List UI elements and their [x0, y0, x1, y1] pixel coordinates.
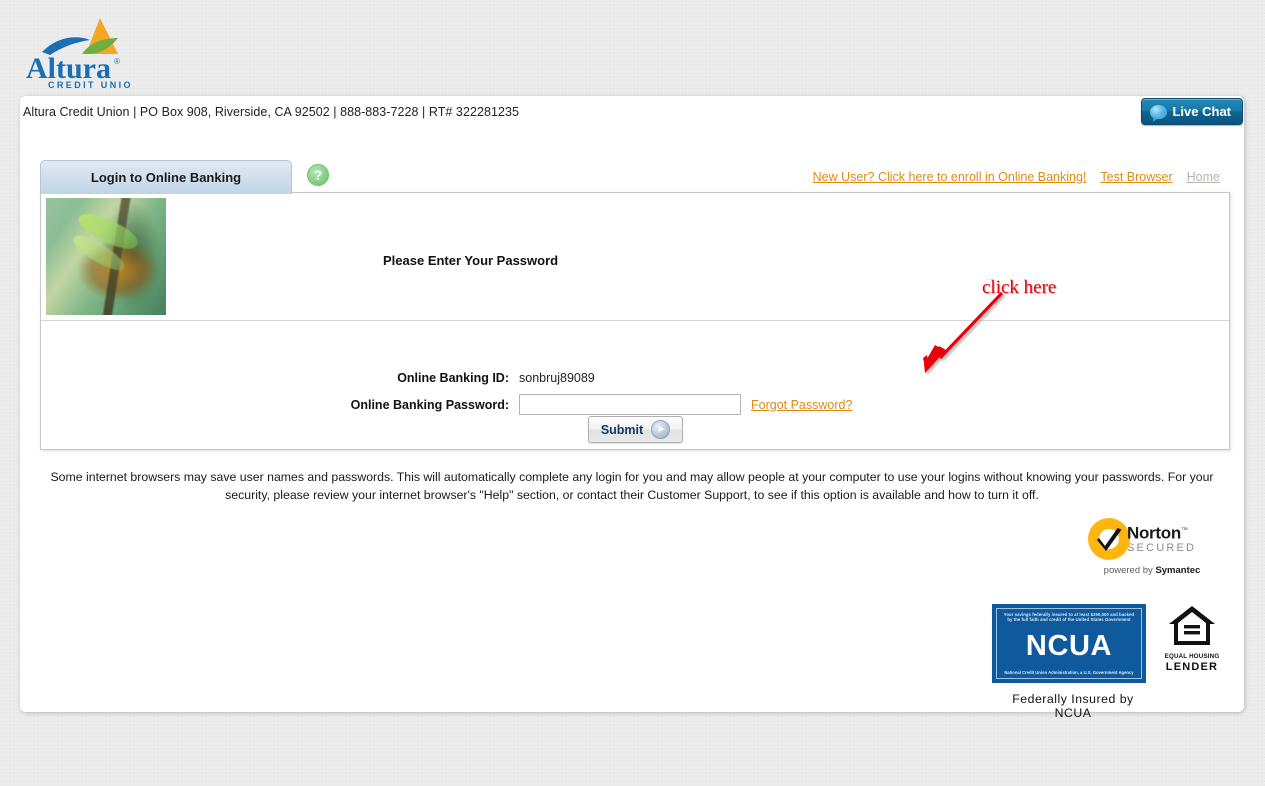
tab-label: Login to Online Banking	[90, 170, 242, 185]
norton-powered-by: powered by Symantec	[1088, 565, 1216, 576]
security-image	[46, 198, 166, 315]
ncua-caption: Federally Insured by NCUA	[1012, 692, 1134, 720]
norton-ring-icon	[1088, 518, 1130, 560]
online-banking-password-label: Online Banking Password:	[350, 397, 509, 412]
online-banking-id-value: sonbruj89089	[519, 371, 595, 385]
ncua-logos-row: Your savings federally insured to at lea…	[992, 604, 1224, 683]
ncua-wordmark: NCUA	[1025, 629, 1113, 662]
norton-secured-text: SECURED	[1127, 541, 1197, 554]
help-glyph: ?	[313, 167, 323, 183]
norton-brand-text: Norton	[1127, 523, 1181, 543]
enroll-link[interactable]: New User? Click here to enroll in Online…	[813, 170, 1087, 184]
panel-upper-section: Please Enter Your Password	[41, 193, 1229, 321]
equal-housing-lender-logo: EQUAL HOUSING LENDER	[1163, 604, 1221, 673]
online-banking-password-row: Online Banking Password: Forgot Password…	[297, 394, 852, 415]
panel-lower-section: Online Banking ID: sonbruj89089 Online B…	[41, 321, 1229, 449]
test-browser-link[interactable]: Test Browser	[1100, 170, 1172, 184]
equal-housing-label-line2: LENDER	[1165, 661, 1219, 673]
powered-prefix: powered by	[1103, 565, 1156, 576]
altura-logo-svg: Altura ® CREDIT UNION	[26, 18, 139, 90]
tab-login-to-online-banking[interactable]: Login to Online Banking	[40, 160, 292, 194]
live-chat-button[interactable]: Live Chat	[1141, 98, 1243, 125]
norton-checkmark-icon	[1097, 525, 1122, 551]
forgot-password-link[interactable]: Forgot Password?	[751, 398, 852, 412]
norton-secured-badge: Norton™ SECURED powered by Symantec	[1088, 518, 1216, 576]
ncua-bottom-text: National Credit Union Administration, a …	[1004, 670, 1134, 675]
norton-mark: Norton™ SECURED	[1088, 518, 1216, 560]
logo-registered-mark: ®	[114, 57, 120, 66]
online-banking-id-row: Online Banking ID: sonbruj89089	[297, 371, 595, 385]
password-input[interactable]	[519, 394, 741, 415]
submit-button-label: Submit	[600, 422, 644, 437]
home-link[interactable]: Home	[1187, 170, 1220, 184]
browser-password-disclaimer: Some internet browsers may save user nam…	[50, 470, 1214, 502]
live-chat-label: Live Chat	[1172, 104, 1231, 119]
utility-links: New User? Click here to enroll in Online…	[813, 170, 1220, 184]
equal-housing-icon	[1169, 606, 1215, 645]
arrow-right-circle-icon: ➤	[651, 420, 671, 439]
chat-bubble-icon	[1150, 104, 1168, 119]
institution-address-line: Altura Credit Union | PO Box 908, Rivers…	[23, 105, 519, 119]
norton-tm: ™	[1180, 527, 1188, 535]
altura-logo[interactable]: Altura ® CREDIT UNION	[22, 12, 139, 90]
equal-housing-label-line1: EQUAL HOUSING	[1164, 653, 1220, 660]
ncua-badge-inner: Your savings federally insured to at lea…	[996, 608, 1142, 679]
logo-tagline: CREDIT UNION	[48, 80, 132, 90]
ncua-disclosure-block: Your savings federally insured to at lea…	[992, 604, 1224, 720]
symantec-brand: Symantec	[1155, 565, 1201, 576]
password-prompt: Please Enter Your Password	[383, 253, 559, 268]
ncua-top-text: Your savings federally insured to at lea…	[1003, 612, 1135, 623]
norton-textblock: Norton™ SECURED	[1127, 523, 1196, 555]
login-panel: Please Enter Your Password Online Bankin…	[40, 192, 1230, 450]
ncua-badge: Your savings federally insured to at lea…	[992, 604, 1146, 683]
online-banking-id-label: Online Banking ID:	[397, 371, 509, 385]
question-mark-icon[interactable]: ?	[307, 164, 329, 186]
norton-wordmark: Norton™	[1127, 523, 1196, 542]
submit-button[interactable]: Submit ➤	[588, 416, 683, 443]
